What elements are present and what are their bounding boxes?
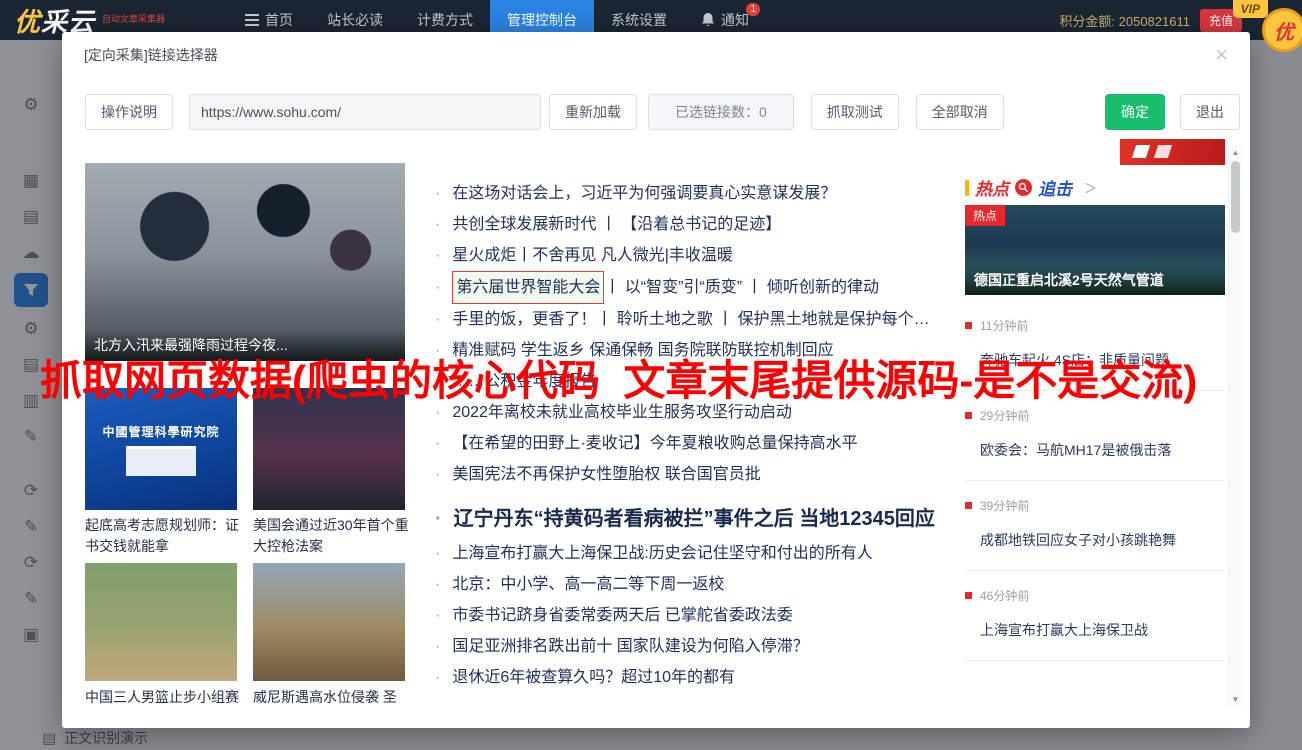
square-bullet-icon [965,412,972,419]
scrollbar-thumb[interactable] [1231,161,1240,233]
timestamp: 11分钟前 [965,317,1225,334]
headline-link-selected[interactable]: ·第六届世界智能大会 丨 以“智变”引“质变” 丨 倾听创新的律动 [435,271,957,304]
bullet-icon: · [435,662,440,693]
timestamp: 46分钟前 [965,587,1225,604]
headline-link[interactable]: ·手里的饭，更香了！丨 聆听土地之歌 丨 保护黑土地就是保护每个… [435,304,957,335]
timestamp: 29分钟前 [965,407,1225,424]
vertical-scrollbar[interactable]: ▲ ▼ [1228,145,1242,707]
selected-links-count: 已选链接数：0 [648,94,794,130]
hot-news-item[interactable]: 46分钟前 上海宣布打赢大上海保卫战 [965,577,1225,661]
help-button[interactable]: 操作说明 [85,94,173,130]
close-icon[interactable]: × [1215,44,1228,66]
headline-link[interactable]: ·国足亚洲排名跌出前十 国家队建设为何陷入停滞？ [435,631,957,662]
square-bullet-icon [965,502,972,509]
hot-badge: 热点 [965,205,1005,226]
reload-button[interactable]: 重新加载 [549,94,637,130]
hot-news-item[interactable]: 39分钟前 成都地铁回应女子对小孩跳艳舞 [965,487,1225,571]
vip-badge[interactable]: VIP [1233,0,1268,18]
square-bullet-icon [965,592,972,599]
bullet-icon: · [435,631,440,662]
selected-link-highlight[interactable]: 第六届世界智能大会 [452,271,604,304]
hot-news-item[interactable]: 29分钟前 欧委会：马航MH17是被俄击落 [965,397,1225,481]
bullet-icon: · [435,569,440,600]
headline-link[interactable]: ·美国宪法不再保护女性堕胎权 联合国官员批 [435,459,957,490]
scroll-up-icon[interactable]: ▲ [1229,148,1242,157]
photo-caption[interactable]: 美国会通过近30年首个重大控枪法案 [253,515,411,557]
hot-section-header[interactable]: 热点 追击 ＞ [965,175,1097,200]
magnifier-icon [1015,179,1032,196]
promo-banner[interactable] [1120,139,1225,165]
credit-balance: 积分金额: 2050821611 [1059,11,1190,30]
exit-button[interactable]: 退出 [1180,94,1240,130]
confirm-button[interactable]: 确定 [1105,94,1165,130]
corner-logo[interactable]: 优 [1262,8,1302,52]
embedded-page-preview: 北方入汛来最强降雨过程今夜... 中國管理科學研究院 起底高考志愿规划师：证书交… [85,145,1225,715]
annotation-overlay-text: 抓取网页数据(爬虫的核心代码 文章末尾提供源码-是不是交流) [40,347,1197,408]
bullet-icon: · [435,178,440,209]
headline-link[interactable]: ·【在希望的田野上·麦收记】今年夏粮收购总量保持高水平 [435,428,957,459]
headline-link[interactable]: ·在这场对话会上，习近平为何强调要真心实意谋发展？ [435,178,957,209]
hot-feature-caption: 德国正重启北溪2号天然气管道 [965,265,1225,295]
headline-link[interactable]: ·退休近6年被查算久吗？超过10年的都有 [435,662,957,693]
cancel-all-button[interactable]: 全部取消 [916,94,1004,130]
headline-link[interactable]: ·北京：中小学、高一高二等下周一返校 [435,569,957,600]
headline-list: ·在这场对话会上，习近平为何强调要真心实意谋发展？ ·共创全球发展新时代 丨 【… [435,178,957,693]
bell-icon [701,12,715,28]
headline-link[interactable]: ·上海宣布打赢大上海保卫战:历史会记住坚守和付出的所有人 [435,538,957,569]
logo-tagline: 自动文章采集器 [102,14,166,25]
headline-link[interactable]: ·市委书记跻身省委常委两天后 已掌舵省委政法委 [435,600,957,631]
photo-caption[interactable]: 中国三人男篮止步小组赛 [85,687,249,707]
url-input[interactable] [189,94,541,130]
promo-graphic [1132,145,1150,158]
chevron-right-icon[interactable]: ＞ [1084,178,1097,197]
building-graphic [126,446,196,476]
bullet-icon: · [435,600,440,631]
hamburger-icon [245,14,259,26]
accent-bar [965,180,969,196]
crawl-test-button[interactable]: 抓取测试 [811,94,899,130]
modal-header: [定向采集]链接选择器 × [62,32,1250,78]
bullet-icon: · [435,500,442,538]
scroll-down-icon[interactable]: ▼ [1229,695,1242,704]
promo-graphic [1154,145,1172,158]
bullet-icon: · [435,304,440,335]
headline-link-major[interactable]: ·辽宁丹东“持黄码者看病被拦”事件之后 当地12345回应 [435,500,957,538]
photo-caption[interactable]: 威尼斯遇高水位侵袭 圣 [253,687,417,707]
square-bullet-icon [965,322,972,329]
photo-venice[interactable] [253,563,405,681]
bullet-icon: · [435,240,440,271]
notification-badge: 1 [746,3,760,16]
bullet-icon: · [435,272,440,303]
modal-toolbar: 操作说明 重新加载 已选链接数：0 抓取测试 全部取消 确定 退出 [62,94,1250,130]
headline-link[interactable]: ·共创全球发展新时代 丨 【沿着总书记的足迹】 [435,209,957,240]
bullet-icon: · [435,538,440,569]
modal-title: [定向采集]链接选择器 [84,45,218,65]
lead-photo[interactable]: 北方入汛来最强降雨过程今夜... [85,163,405,361]
bullet-icon: · [435,459,440,490]
photo-basketball[interactable] [85,563,237,681]
hot-feature-photo[interactable]: 热点 德国正重启北溪2号天然气管道 [965,205,1225,295]
bullet-icon: · [435,209,440,240]
timestamp: 39分钟前 [965,497,1225,514]
photo-caption[interactable]: 起底高考志愿规划师：证书交钱就能拿 [85,515,243,557]
headline-link[interactable]: ·星火成炬丨不舍再见 凡人微光|丰收温暖 [435,240,957,271]
bullet-icon: · [435,428,440,459]
